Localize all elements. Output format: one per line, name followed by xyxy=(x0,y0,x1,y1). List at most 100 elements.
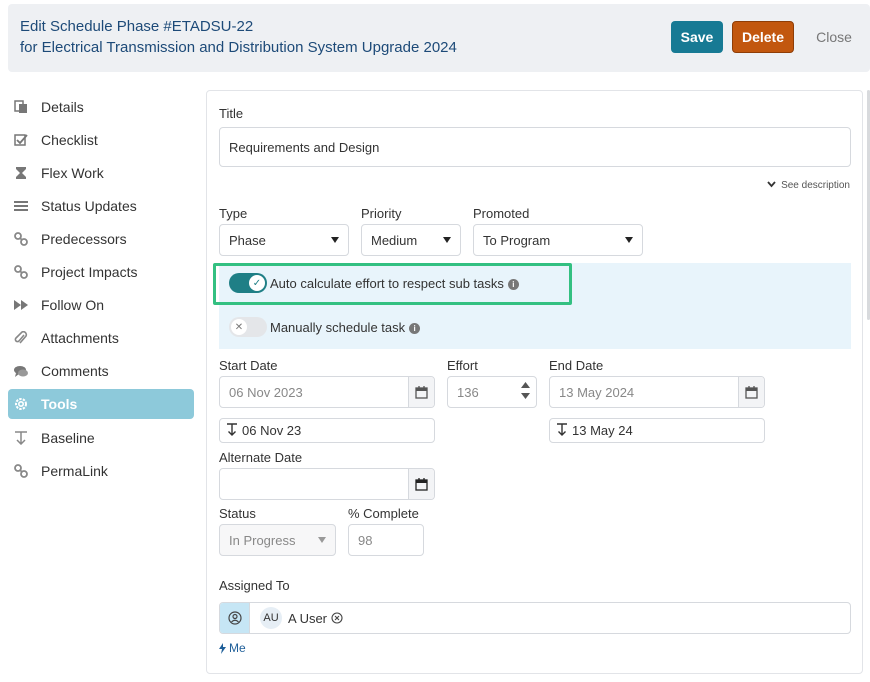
sidebar-item-checklist[interactable]: Checklist xyxy=(8,123,194,156)
delete-button[interactable]: Delete xyxy=(732,21,794,53)
link-icon xyxy=(14,264,28,279)
form-panel: Title Requirements and Design See descri… xyxy=(206,90,863,674)
sidebar-item-label: Attachments xyxy=(41,329,119,346)
assign-me-link[interactable]: Me xyxy=(219,641,246,655)
sidebar-item-project-impacts[interactable]: Project Impacts xyxy=(8,255,194,288)
check-icon: ✓ xyxy=(249,275,265,291)
link-icon xyxy=(14,231,28,246)
sidebar-item-baseline[interactable]: Baseline xyxy=(8,421,194,454)
sidebar-item-attachments[interactable]: Attachments xyxy=(8,321,194,354)
title-input[interactable]: Requirements and Design xyxy=(219,127,851,167)
sidebar-item-permalink[interactable]: PermaLink xyxy=(8,454,194,487)
start-baseline-field[interactable]: 06 Nov 23 xyxy=(219,418,435,443)
caret-down-icon xyxy=(625,237,633,243)
hourglass-icon xyxy=(14,166,28,180)
save-button[interactable]: Save xyxy=(671,21,723,53)
complete-label: % Complete xyxy=(348,506,419,521)
sidebar-item-comments[interactable]: Comments xyxy=(8,354,194,387)
start-date-input[interactable]: 06 Nov 2023 xyxy=(219,376,435,408)
type-label: Type xyxy=(219,206,248,221)
assignee-name: A User xyxy=(288,610,328,626)
dialog-title: Edit Schedule Phase #ETADSU-22 for Elect… xyxy=(20,16,457,58)
start-date-value: 06 Nov 2023 xyxy=(229,384,303,400)
dialog-header: Edit Schedule Phase #ETADSU-22 for Elect… xyxy=(8,4,870,72)
effort-input[interactable]: 136 xyxy=(447,376,537,408)
alternate-date-input[interactable] xyxy=(219,468,435,500)
assigned-label: Assigned To xyxy=(219,578,290,593)
chevron-down-icon xyxy=(767,180,776,191)
caret-down-icon xyxy=(318,537,326,543)
complete-input[interactable]: 98 xyxy=(348,524,424,556)
sidebar-item-label: Checklist xyxy=(41,131,98,148)
fast-forward-icon xyxy=(14,298,28,312)
gear-icon xyxy=(14,397,28,411)
status-label: Status xyxy=(219,506,256,521)
end-baseline-value: 13 May 24 xyxy=(572,423,633,438)
sidebar-item-flex-work[interactable]: Flex Work xyxy=(8,156,194,189)
effort-label: Effort xyxy=(447,358,478,373)
sidebar-item-predecessors[interactable]: Predecessors xyxy=(8,222,194,255)
lightning-icon xyxy=(219,642,226,654)
auto-calculate-row: Auto calculate effort to respect sub tas… xyxy=(270,276,519,291)
promoted-select[interactable]: To Program xyxy=(473,224,643,256)
type-select[interactable]: Phase xyxy=(219,224,349,256)
end-date-input[interactable]: 13 May 2024 xyxy=(549,376,765,408)
auto-calculate-toggle[interactable]: ✓ xyxy=(229,273,267,293)
info-icon[interactable]: i xyxy=(507,279,519,291)
sidebar-item-label: Flex Work xyxy=(41,164,104,181)
info-icon[interactable]: i xyxy=(409,323,421,335)
start-date-label: Start Date xyxy=(219,358,278,373)
start-baseline-value: 06 Nov 23 xyxy=(242,423,302,438)
remove-icon[interactable] xyxy=(331,612,343,624)
sidebar-item-label: Project Impacts xyxy=(41,263,138,280)
end-date-label: End Date xyxy=(549,358,604,373)
assignee-chip: AU A User xyxy=(260,607,343,629)
manual-schedule-label: Manually schedule task xyxy=(270,320,406,335)
link-icon xyxy=(14,463,28,478)
sidebar-item-label: Follow On xyxy=(41,296,105,313)
auto-calculate-label: Auto calculate effort to respect sub tas… xyxy=(270,276,504,291)
sidebar-item-label: Tools xyxy=(41,396,78,412)
baseline-icon xyxy=(14,430,28,445)
caret-down-icon xyxy=(443,237,451,243)
type-value: Phase xyxy=(229,232,266,248)
sidebar-nav: Details Checklist Flex Work Status Updat… xyxy=(8,90,194,487)
spinner-icon[interactable] xyxy=(521,382,530,399)
manual-schedule-row: Manually schedule task i xyxy=(270,320,421,335)
calendar-icon[interactable] xyxy=(408,469,434,499)
dialog-title-line2: for Electrical Transmission and Distribu… xyxy=(20,39,457,56)
sidebar-item-status-updates[interactable]: Status Updates xyxy=(8,189,194,222)
sidebar-item-label: Status Updates xyxy=(41,197,137,214)
dialog-title-line1: Edit Schedule Phase #ETADSU-22 xyxy=(20,18,254,35)
paperclip-icon xyxy=(14,330,28,345)
effort-value: 136 xyxy=(457,384,479,400)
sidebar-item-details[interactable]: Details xyxy=(8,90,194,123)
x-icon: ✕ xyxy=(231,319,247,335)
end-baseline-field[interactable]: 13 May 24 xyxy=(549,418,765,443)
sidebar-item-label: Details xyxy=(41,98,84,115)
close-button[interactable]: Close xyxy=(806,21,862,53)
sidebar-item-label: Baseline xyxy=(41,429,95,446)
baseline-icon xyxy=(556,422,568,439)
manual-schedule-toggle[interactable]: ✕ xyxy=(229,317,267,337)
document-icon xyxy=(14,99,28,114)
promoted-value: To Program xyxy=(483,232,551,248)
sidebar-item-tools[interactable]: Tools xyxy=(8,389,194,419)
sidebar-item-follow-on[interactable]: Follow On xyxy=(8,288,194,321)
calendar-icon[interactable] xyxy=(738,377,764,407)
see-description-link[interactable]: See description xyxy=(767,180,850,191)
calendar-icon[interactable] xyxy=(408,377,434,407)
title-label: Title xyxy=(219,106,244,121)
alternate-date-label: Alternate Date xyxy=(219,450,303,465)
status-select[interactable]: In Progress xyxy=(219,524,336,556)
sidebar-item-label: PermaLink xyxy=(41,462,108,479)
user-icon[interactable] xyxy=(220,603,250,633)
title-input-value: Requirements and Design xyxy=(229,139,380,155)
assigned-to-field[interactable]: AU A User xyxy=(219,602,851,634)
priority-select[interactable]: Medium xyxy=(361,224,461,256)
priority-value: Medium xyxy=(371,232,418,248)
see-description-label: See description xyxy=(781,180,850,191)
baseline-icon xyxy=(226,422,238,439)
caret-down-icon xyxy=(331,237,339,243)
complete-value: 98 xyxy=(358,532,373,548)
